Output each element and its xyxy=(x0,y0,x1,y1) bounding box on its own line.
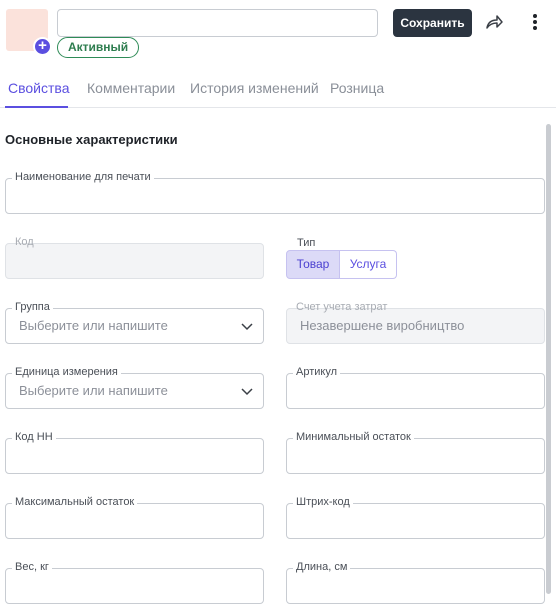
header: + Активный Сохранить xyxy=(0,0,556,64)
code-nn-label: Код НН xyxy=(12,431,56,443)
print-name-label: Наименование для печати xyxy=(12,171,154,183)
chevron-down-icon[interactable] xyxy=(240,384,254,398)
tab-comments[interactable]: Комментарии xyxy=(87,80,175,96)
barcode-field: Штрих-код xyxy=(286,496,545,539)
code-field: Код xyxy=(5,236,264,279)
tab-retail[interactable]: Розница xyxy=(330,80,384,96)
min-stock-label: Минимальный остаток xyxy=(293,431,414,443)
print-name-field: Наименование для печати xyxy=(5,171,545,214)
weight-input[interactable] xyxy=(5,568,264,604)
active-tab-indicator xyxy=(5,106,68,108)
cost-account-field: Счет учета затрат Незавершене виробництв… xyxy=(286,301,545,344)
group-field: Группа Выберите или напишите xyxy=(5,301,264,344)
add-photo-button[interactable]: + xyxy=(33,37,52,56)
print-name-input[interactable] xyxy=(5,178,545,214)
barcode-input[interactable] xyxy=(286,503,545,539)
article-label: Артикул xyxy=(293,366,341,378)
code-label: Код xyxy=(15,236,34,248)
min-stock-field: Минимальный остаток xyxy=(286,431,545,474)
code-nn-input[interactable] xyxy=(5,438,264,474)
max-stock-input[interactable] xyxy=(5,503,264,539)
plus-icon: + xyxy=(38,37,47,54)
length-label: Длина, см xyxy=(293,561,351,573)
type-option-service[interactable]: Услуга xyxy=(340,250,397,279)
scrollbar[interactable] xyxy=(546,124,551,594)
product-name-input[interactable] xyxy=(57,9,378,37)
length-field: Длина, см xyxy=(286,561,545,604)
type-label: Тип xyxy=(297,237,316,249)
cost-account-value: Незавершене виробництво xyxy=(300,318,465,333)
length-input[interactable] xyxy=(286,568,545,604)
max-stock-field: Максимальный остаток xyxy=(5,496,264,539)
status-badge[interactable]: Активный xyxy=(57,37,140,58)
max-stock-label: Максимальный остаток xyxy=(12,496,138,508)
article-input[interactable] xyxy=(286,373,545,409)
group-placeholder: Выберите или напишите xyxy=(19,318,168,333)
tab-history[interactable]: История изменений xyxy=(190,80,319,96)
unit-placeholder: Выберите или напишите xyxy=(19,383,168,398)
unit-field: Единица измерения Выберите или напишите xyxy=(5,366,264,409)
article-field: Артикул xyxy=(286,366,545,409)
weight-field: Вес, кг xyxy=(5,561,264,604)
code-input xyxy=(5,243,264,279)
section-title: Основные характеристики xyxy=(5,132,178,147)
cost-account-label: Счет учета затрат xyxy=(296,301,388,313)
min-stock-input[interactable] xyxy=(286,438,545,474)
code-nn-field: Код НН xyxy=(5,431,264,474)
tab-properties[interactable]: Свойства xyxy=(8,80,69,96)
barcode-label: Штрих-код xyxy=(293,496,353,508)
group-label: Группа xyxy=(12,301,53,313)
type-option-goods[interactable]: Товар xyxy=(286,250,340,279)
properties-panel: Основные характеристики Наименование для… xyxy=(0,109,556,609)
share-icon[interactable] xyxy=(484,12,504,32)
save-button[interactable]: Сохранить xyxy=(393,9,472,37)
tab-bar: Свойства Комментарии История изменений Р… xyxy=(0,72,556,108)
unit-label: Единица измерения xyxy=(12,366,121,378)
chevron-down-icon[interactable] xyxy=(240,319,254,333)
weight-label: Вес, кг xyxy=(12,561,52,573)
more-vertical-icon[interactable] xyxy=(527,12,543,32)
